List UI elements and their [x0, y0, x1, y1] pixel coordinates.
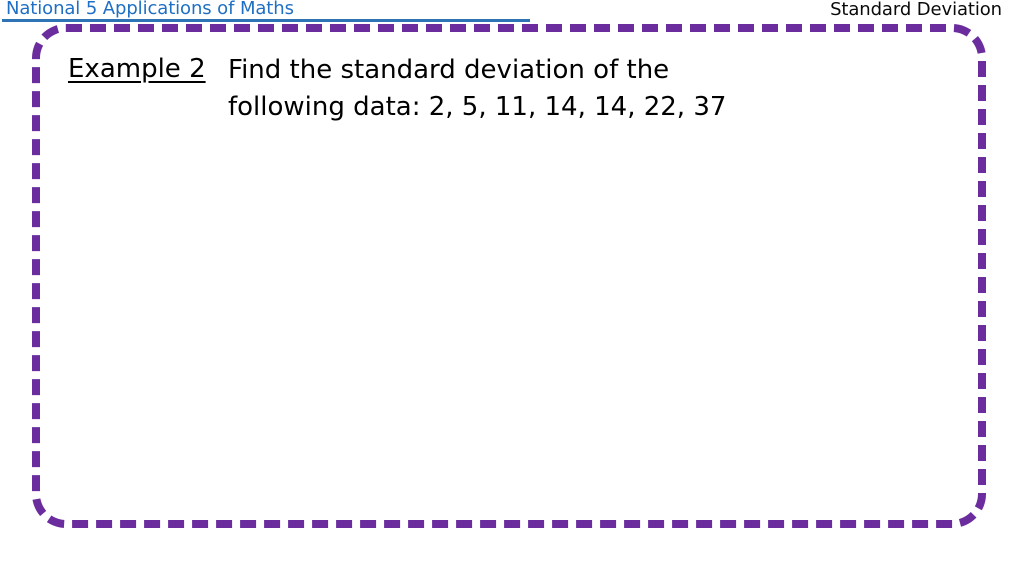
question-text: Find the standard deviation of the follo… — [228, 52, 788, 126]
working-area-blank — [60, 140, 960, 510]
question-line-1: Find the standard deviation of the — [228, 55, 670, 85]
question-line-2: following data: 2, 5, 11, 14, 14, 22, 37 — [228, 92, 727, 122]
example-label: Example 2 — [68, 54, 206, 84]
slide-body: Example 2 Find the standard deviation of… — [0, 0, 1024, 576]
